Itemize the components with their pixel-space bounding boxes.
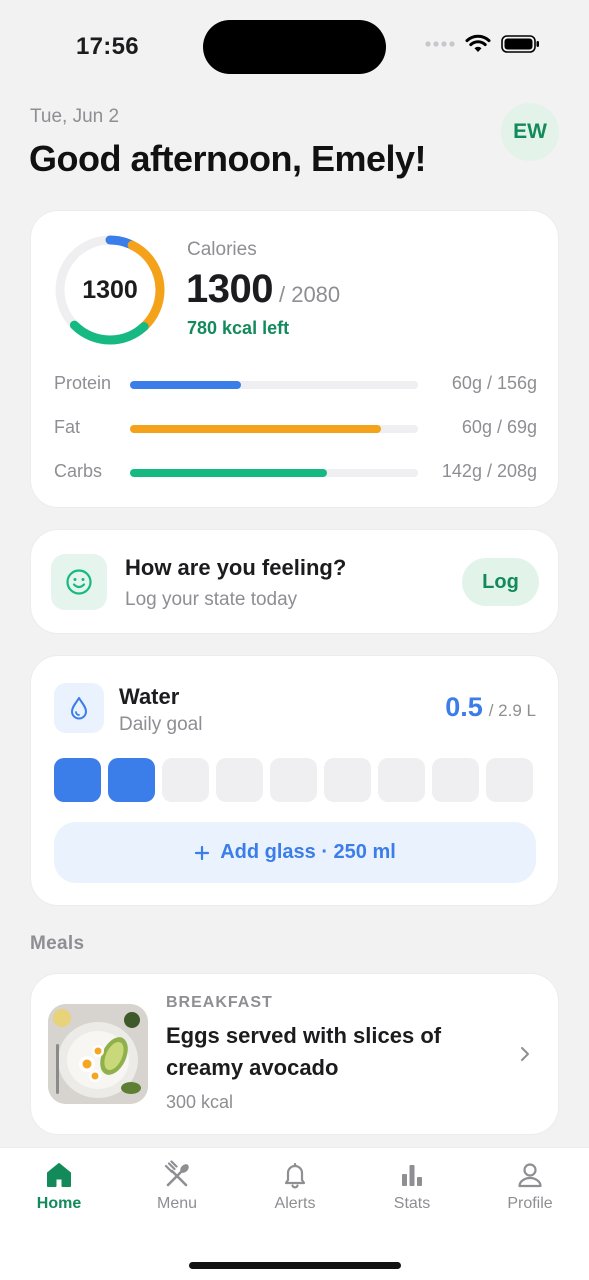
macro-bar-fill	[130, 381, 241, 389]
water-glass[interactable]	[486, 758, 533, 802]
tab-bar: Home Menu Alerts Stats Profile	[0, 1147, 589, 1280]
tab-label: Profile	[507, 1195, 553, 1212]
macro-value: 60g / 156g	[451, 373, 537, 393]
water-glass[interactable]	[324, 758, 371, 802]
meal-type: BREAKFAST	[166, 994, 273, 1011]
macro-bar-fill	[130, 469, 327, 477]
water-glass[interactable]	[54, 758, 101, 802]
meal-image	[48, 1004, 148, 1104]
tab-alerts[interactable]: Alerts	[245, 1160, 345, 1213]
macro-track	[130, 425, 418, 433]
signal-icon	[425, 41, 455, 47]
calories-card[interactable]: 1300 Calories 1300 / 2080 780 kcal left …	[30, 210, 559, 508]
calories-main: 1300 / 2080	[186, 267, 340, 312]
macro-row-carbs: Carbs 142g / 208g	[54, 461, 537, 485]
water-title: Water	[119, 684, 180, 709]
plus-icon	[195, 845, 210, 860]
macro-name: Carbs	[54, 461, 103, 481]
avatar[interactable]: EW	[501, 103, 559, 161]
macro-track	[130, 469, 418, 477]
tab-label: Home	[36, 1195, 82, 1212]
tab-home[interactable]: Home	[9, 1160, 109, 1213]
add-glass-button[interactable]: Add glass · 250 ml	[54, 822, 536, 883]
greeting-title: Good afternoon, Emely!	[29, 138, 427, 179]
macro-row-protein: Protein 60g / 156g	[54, 373, 537, 397]
home-indicator[interactable]	[189, 1262, 401, 1269]
tab-profile[interactable]: Profile	[480, 1160, 580, 1213]
water-goal: / 2.9 L	[488, 701, 536, 720]
meal-kcal: 300 kcal	[166, 1092, 234, 1112]
water-glass[interactable]	[162, 758, 209, 802]
calories-goal: / 2080	[278, 282, 341, 307]
meal-name: Eggs served with slices of creamy avocad…	[166, 1023, 442, 1080]
water-glass[interactable]	[108, 758, 155, 802]
tab-label: Alerts	[274, 1195, 316, 1212]
water-card: Water Daily goal 0.5 / 2.9 L Add glass ·…	[30, 655, 559, 906]
feeling-subtitle: Log your state today	[125, 589, 298, 610]
bell-icon	[284, 1162, 306, 1189]
water-glass[interactable]	[378, 758, 425, 802]
add-glass-label: Add glass · 250 ml	[220, 841, 396, 863]
battery-icon	[501, 35, 539, 53]
person-icon	[518, 1163, 542, 1188]
bar-chart-icon	[402, 1165, 422, 1186]
wifi-icon	[465, 34, 491, 52]
smiley-icon	[51, 554, 107, 610]
calories-current: 1300	[186, 267, 273, 311]
ring-value: 1300	[82, 275, 138, 304]
macro-bar-fill	[130, 425, 381, 433]
macro-name: Fat	[54, 417, 81, 437]
water-drop-icon	[54, 683, 104, 733]
macro-track	[130, 381, 418, 389]
date-label: Tue, Jun 2	[30, 106, 120, 127]
feeling-title: How are you feeling?	[125, 555, 347, 580]
macro-value: 60g / 69g	[461, 417, 537, 437]
calories-left: 780 kcal left	[187, 318, 290, 338]
water-glass[interactable]	[432, 758, 479, 802]
tab-menu[interactable]: Menu	[127, 1160, 227, 1213]
water-subtitle: Daily goal	[119, 714, 203, 735]
home-icon	[47, 1163, 71, 1187]
status-bar: 17:56	[0, 0, 589, 95]
calories-label: Calories	[187, 239, 257, 260]
status-icons	[425, 34, 541, 54]
macro-value: 142g / 208g	[441, 461, 537, 481]
tab-stats[interactable]: Stats	[362, 1160, 462, 1213]
water-glasses	[54, 758, 533, 802]
feeling-card[interactable]: How are you feeling? Log your state toda…	[30, 529, 559, 634]
water-current: 0.5	[445, 692, 483, 722]
meals-section-title: Meals	[30, 933, 85, 954]
fork-knife-icon	[164, 1160, 189, 1187]
macro-name: Protein	[54, 373, 112, 393]
macro-row-fat: Fat 60g / 69g	[54, 417, 537, 441]
dynamic-island	[203, 20, 386, 74]
status-time: 17:56	[76, 33, 139, 60]
log-button[interactable]: Log	[462, 558, 539, 606]
water-amount: 0.5 / 2.9 L	[445, 692, 536, 723]
tab-label: Menu	[156, 1195, 198, 1212]
meal-card[interactable]: BREAKFAST Eggs served with slices of cre…	[30, 973, 559, 1135]
water-glass[interactable]	[270, 758, 317, 802]
chevron-right-icon	[521, 1047, 529, 1061]
water-glass[interactable]	[216, 758, 263, 802]
tab-label: Stats	[393, 1195, 431, 1212]
